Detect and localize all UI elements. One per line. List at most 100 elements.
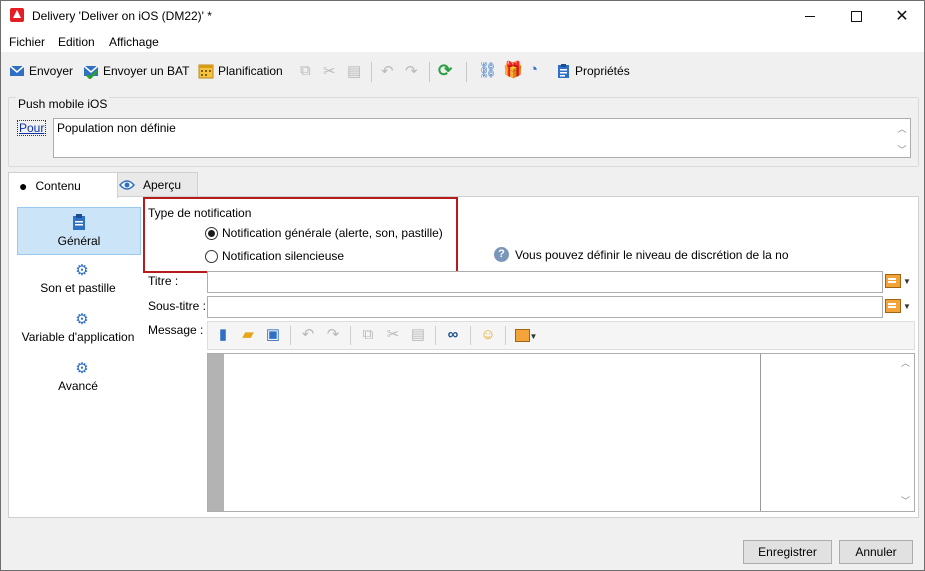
menu-affichage[interactable]: Affichage (109, 35, 159, 49)
editor-separator (350, 326, 351, 345)
binoculars-icon[interactable]: ∞ (445, 327, 461, 343)
editor-gutter (208, 354, 224, 511)
chevron-down-icon: ▼ (903, 276, 911, 286)
subtitle-personalization-button[interactable]: ▼ (885, 296, 913, 316)
paste-icon[interactable]: ▤ (410, 327, 426, 343)
subtitle-input[interactable] (207, 296, 883, 318)
redo-icon[interactable]: ↷ (405, 62, 418, 80)
calendar-icon (198, 64, 214, 79)
toolbar-separator (466, 62, 467, 82)
personalization-icon (514, 328, 530, 342)
tab-contenu[interactable]: ● Contenu (8, 172, 118, 198)
population-field[interactable]: Population non définie ︿ ﹀ (53, 118, 911, 158)
gauge-icon[interactable]: ◔ (529, 61, 538, 78)
undo-icon[interactable]: ↶ (381, 62, 394, 80)
tab-apercu-label: Aperçu (143, 178, 182, 192)
delivery-window: Delivery 'Deliver on iOS (DM22)' * ✕ Fic… (0, 0, 925, 571)
message-label: Message : (148, 323, 204, 337)
personalization-icon (885, 299, 901, 313)
editor-separator (470, 326, 471, 345)
main-toolbar: Envoyer Envoyer un BAT Planification ⧉ ✂… (1, 55, 924, 89)
new-document-icon[interactable]: ▮ (215, 327, 231, 343)
smiley-icon[interactable]: ☺ (480, 327, 496, 343)
send-button[interactable]: Envoyer (9, 63, 73, 79)
cut-icon[interactable]: ✂ (323, 62, 336, 80)
editor-separator (435, 326, 436, 345)
title-label: Titre : (148, 274, 179, 288)
insert-personalization-button[interactable]: ▼ (511, 327, 541, 343)
title-input[interactable] (207, 271, 883, 293)
paste-icon[interactable]: ▤ (347, 62, 361, 80)
cut-icon[interactable]: ✂ (385, 327, 401, 343)
sidebar-item-label: Général (57, 234, 101, 248)
sidebar-item-variable-application[interactable]: ⚙ Variable d'application (17, 310, 139, 350)
scroll-down-icon[interactable]: ﹀ (901, 494, 910, 507)
scroll-up-icon[interactable]: ︿ (901, 356, 910, 369)
eye-icon (119, 180, 135, 190)
gift-icon[interactable]: 🎁 (503, 60, 523, 80)
menu-bar: Fichier Edition Affichage (1, 31, 924, 52)
sidebar-item-label: Variable d'application (21, 330, 135, 344)
undo-icon[interactable]: ↶ (300, 327, 316, 343)
envelope-icon (9, 65, 25, 76)
sidebar-item-label: Son et pastille (40, 281, 116, 295)
radio-label-generale: Notification générale (alerte, son, past… (222, 226, 443, 240)
copy-icon[interactable]: ⧉ (300, 62, 311, 79)
message-editor[interactable]: ︿ ﹀ (207, 353, 915, 512)
help-text: Vous pouvez définir le niveau de discrét… (515, 247, 789, 262)
gears-icon: ⚙ (75, 311, 89, 328)
title-personalization-button[interactable]: ▼ (885, 271, 913, 291)
tab-apercu[interactable]: Aperçu (108, 172, 198, 198)
population-scrollbar[interactable]: ︿ ﹀ (894, 119, 910, 157)
save-disk-icon[interactable]: ▣ (265, 327, 281, 343)
editor-separator (505, 326, 506, 345)
clipboard-icon (73, 214, 85, 230)
copy-icon[interactable]: ⧉ (360, 327, 376, 343)
push-group-label: Push mobile iOS (16, 97, 110, 111)
scroll-down-icon[interactable]: ﹀ (894, 143, 910, 156)
to-link[interactable]: Pour (17, 120, 47, 136)
schedule-button[interactable]: Planification (198, 63, 283, 79)
personalization-icon (885, 274, 901, 288)
chevron-down-icon: ▼ (529, 332, 538, 341)
question-icon: ? (494, 247, 509, 262)
gears-icon: ⚙ (75, 262, 89, 279)
sidebar-item-avance[interactable]: ⚙ Avancé (17, 359, 139, 399)
refresh-icon[interactable]: ⟳ (438, 61, 452, 81)
chevron-down-icon: ▼ (903, 301, 911, 311)
send-proof-button[interactable]: Envoyer un BAT (83, 63, 189, 79)
radio-unselected-icon[interactable] (205, 249, 218, 263)
sidebar-item-label: Avancé (58, 379, 98, 393)
population-text: Population non définie (57, 121, 176, 135)
menu-fichier[interactable]: Fichier (9, 35, 45, 49)
link-icon[interactable]: ⛓ (478, 61, 497, 79)
editor-scrollbar[interactable]: ︿ ﹀ (898, 354, 914, 511)
scroll-up-icon[interactable]: ︿ (894, 122, 910, 135)
save-label: Enregistrer (758, 545, 817, 559)
sidebar-item-son-pastille[interactable]: ⚙ Son et pastille (17, 261, 139, 301)
sidebar-item-general[interactable]: Général (17, 207, 141, 255)
properties-button[interactable]: Propriétés (555, 63, 630, 79)
maximize-button[interactable] (833, 1, 879, 31)
send-proof-label: Envoyer un BAT (103, 64, 190, 78)
minimize-button[interactable] (787, 1, 833, 31)
radio-notification-generale[interactable]: Notification générale (alerte, son, past… (205, 226, 443, 240)
envelope-check-icon (83, 65, 99, 79)
properties-label: Propriétés (575, 64, 630, 78)
editor-margin-line (760, 354, 761, 511)
message-editor-toolbar: ▮ ▰ ▣ ↶ ↷ ⧉ ✂ ▤ ∞ ☺ ▼ (207, 321, 915, 350)
menu-edition[interactable]: Edition (58, 35, 95, 49)
notification-type-legend: Type de notification (148, 206, 252, 220)
cancel-button[interactable]: Annuler (839, 540, 913, 564)
toolbar-separator (371, 62, 372, 82)
redo-icon[interactable]: ↷ (325, 327, 341, 343)
radio-notification-silencieuse[interactable]: Notification silencieuse (205, 249, 344, 263)
gears-icon: ⚙ (75, 360, 89, 377)
editor-separator (290, 326, 291, 345)
open-folder-icon[interactable]: ▰ (240, 327, 256, 343)
save-button[interactable]: Enregistrer (743, 540, 832, 564)
schedule-label: Planification (218, 64, 283, 78)
minimize-icon (805, 15, 815, 17)
close-button[interactable]: ✕ (879, 1, 925, 31)
radio-selected-icon[interactable] (205, 226, 218, 240)
